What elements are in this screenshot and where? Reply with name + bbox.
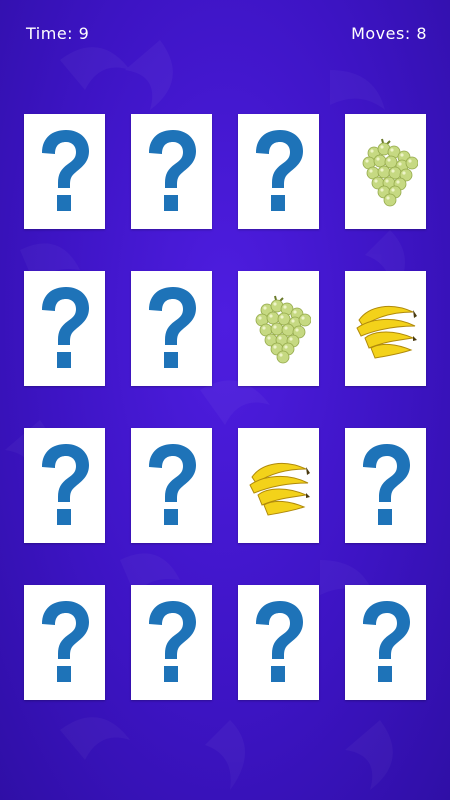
question-mark-icon xyxy=(362,443,410,525)
question-mark-icon xyxy=(41,286,89,368)
time-value: 9 xyxy=(78,24,90,43)
card-r1-c4-grapes[interactable] xyxy=(345,114,426,229)
question-mark-icon xyxy=(255,129,303,211)
card-r3-c4-face-down[interactable] xyxy=(345,428,426,543)
moves-value: 8 xyxy=(416,24,427,43)
question-mark-icon xyxy=(41,600,89,682)
card-r2-c1-face-down[interactable] xyxy=(24,271,105,386)
card-r3-c1-face-down[interactable] xyxy=(24,428,105,543)
question-mark-icon xyxy=(148,600,196,682)
card-r3-c3-bananas[interactable] xyxy=(238,428,319,543)
card-r4-c3-face-down[interactable] xyxy=(238,585,319,700)
question-mark-icon xyxy=(255,600,303,682)
question-mark-icon xyxy=(41,443,89,525)
card-grid xyxy=(24,114,426,700)
card-r1-c2-face-down[interactable] xyxy=(131,114,212,229)
time-display: Time 9 xyxy=(26,24,89,43)
card-r4-c4-face-down[interactable] xyxy=(345,585,426,700)
grapes-icon xyxy=(362,138,418,206)
moves-label: Moves xyxy=(351,24,411,43)
moves-display: Moves 8 xyxy=(351,24,427,43)
card-r4-c2-face-down[interactable] xyxy=(131,585,212,700)
question-mark-icon xyxy=(41,129,89,211)
question-mark-icon xyxy=(362,600,410,682)
card-r2-c2-face-down[interactable] xyxy=(131,271,212,386)
card-r4-c1-face-down[interactable] xyxy=(24,585,105,700)
question-mark-icon xyxy=(148,286,196,368)
card-r1-c3-face-down[interactable] xyxy=(238,114,319,229)
card-r2-c3-grapes[interactable] xyxy=(238,271,319,386)
card-r2-c4-bananas[interactable] xyxy=(345,271,426,386)
bananas-icon xyxy=(355,305,417,359)
card-r3-c2-face-down[interactable] xyxy=(131,428,212,543)
grapes-icon xyxy=(255,295,311,363)
bananas-icon xyxy=(248,462,310,516)
card-r1-c1-face-down[interactable] xyxy=(24,114,105,229)
time-label: Time xyxy=(26,24,73,43)
question-mark-icon xyxy=(148,443,196,525)
question-mark-icon xyxy=(148,129,196,211)
